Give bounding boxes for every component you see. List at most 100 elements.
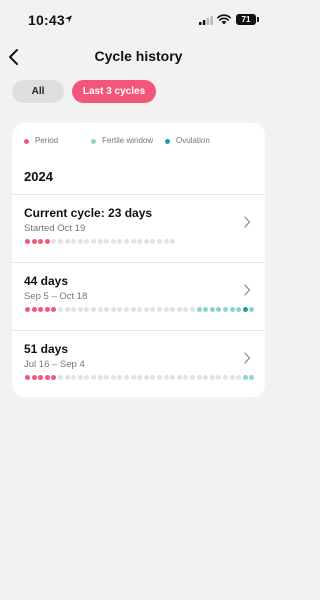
day-dot	[77, 239, 83, 244]
cycle-history-card: Period Fertile window Ovulation 2024 Cur…	[12, 123, 265, 397]
day-dot	[157, 239, 162, 244]
fertile-day-dot	[249, 307, 255, 312]
day-dot	[170, 375, 176, 380]
location-arrow-icon	[64, 15, 73, 23]
day-dot	[143, 239, 149, 244]
day-dot	[64, 307, 70, 312]
period-day-dot	[44, 239, 50, 244]
day-dot	[71, 239, 77, 244]
ovulation-dot-icon	[165, 139, 170, 144]
day-dot	[137, 239, 143, 244]
fertile-day-dot	[249, 375, 255, 380]
day-dot	[110, 375, 116, 380]
cycle-day-dots	[25, 307, 255, 312]
fertile-day-dot	[223, 307, 228, 312]
day-dot	[130, 307, 136, 312]
period-day-dot	[44, 375, 50, 380]
day-dot	[170, 307, 176, 312]
cycle-day-dots	[25, 375, 255, 380]
battery-nub	[257, 17, 259, 22]
battery-icon: 71	[236, 14, 256, 25]
day-dot	[163, 239, 169, 244]
fertile-day-dot	[216, 307, 222, 312]
day-dot	[71, 307, 77, 312]
day-dot	[157, 307, 162, 312]
fertile-day-dot	[236, 307, 242, 312]
period-dot-icon	[24, 139, 29, 144]
day-dot	[137, 375, 143, 380]
day-dot	[97, 307, 103, 312]
fertile-day-dot	[196, 307, 202, 312]
day-dot	[183, 307, 189, 312]
day-dot	[84, 239, 90, 244]
day-dot	[143, 375, 149, 380]
day-dot	[58, 375, 63, 380]
day-dot	[183, 375, 189, 380]
legend-label: Period	[35, 136, 59, 145]
day-dot	[77, 375, 83, 380]
day-dot	[51, 239, 57, 244]
day-dot	[196, 375, 202, 380]
day-dot	[110, 307, 116, 312]
status-time: 10:43	[28, 12, 65, 28]
period-day-dot	[25, 375, 30, 380]
day-dot	[124, 307, 129, 312]
day-dot	[190, 375, 195, 380]
legend: Period Fertile window Ovulation	[24, 136, 254, 148]
day-dot	[58, 239, 63, 244]
day-dot	[203, 375, 209, 380]
ovulation-day-dot	[242, 307, 248, 312]
divider	[12, 262, 265, 263]
day-dot	[209, 375, 215, 380]
day-dot	[150, 239, 156, 244]
divider	[12, 330, 265, 331]
filter-last-3-cycles-button[interactable]: Last 3 cycles	[72, 80, 156, 103]
cycle-title: 51 days	[24, 342, 69, 356]
period-day-dot	[25, 239, 30, 244]
legend-label: Fertile window	[102, 136, 154, 145]
day-dot	[163, 375, 169, 380]
day-dot	[84, 307, 90, 312]
day-dot	[84, 375, 90, 380]
chevron-right-icon	[244, 216, 251, 228]
filter-all-button[interactable]: All	[12, 80, 64, 103]
cycle-day-dots	[25, 239, 255, 244]
page-title: Cycle history	[94, 48, 183, 64]
cycle-row-51-days[interactable]: 51 days Jul 16 – Sep 4	[12, 342, 265, 392]
period-day-dot	[51, 375, 57, 380]
wifi-icon	[217, 14, 231, 25]
period-day-dot	[31, 375, 37, 380]
day-dot	[229, 375, 235, 380]
year-heading: 2024	[24, 169, 53, 184]
day-dot	[176, 307, 182, 312]
day-dot	[117, 375, 123, 380]
period-day-dot	[31, 307, 37, 312]
day-dot	[104, 239, 110, 244]
day-dot	[150, 307, 156, 312]
cycle-date-range: Jul 16 – Sep 4	[24, 359, 85, 370]
fertile-day-dot	[242, 375, 248, 380]
day-dot	[130, 375, 136, 380]
period-day-dot	[25, 307, 30, 312]
day-dot	[58, 307, 63, 312]
day-dot	[130, 239, 136, 244]
day-dot	[170, 239, 176, 244]
period-day-dot	[38, 375, 44, 380]
day-dot	[117, 307, 123, 312]
cycle-row-current[interactable]: Current cycle: 23 days Started Oct 19	[12, 206, 265, 256]
day-dot	[64, 375, 70, 380]
day-dot	[97, 375, 103, 380]
cellular-signal-icon	[199, 16, 213, 25]
day-dot	[71, 375, 77, 380]
day-dot	[157, 375, 162, 380]
day-dot	[176, 375, 182, 380]
day-dot	[110, 239, 116, 244]
cycle-row-44-days[interactable]: 44 days Sep 5 – Oct 18	[12, 274, 265, 324]
fertile-dot-icon	[91, 139, 96, 144]
day-dot	[104, 307, 110, 312]
status-bar: 10:43 71	[0, 0, 277, 40]
day-dot	[64, 239, 70, 244]
period-day-dot	[51, 307, 57, 312]
cycle-title: Current cycle: 23 days	[24, 206, 153, 220]
day-dot	[223, 375, 228, 380]
